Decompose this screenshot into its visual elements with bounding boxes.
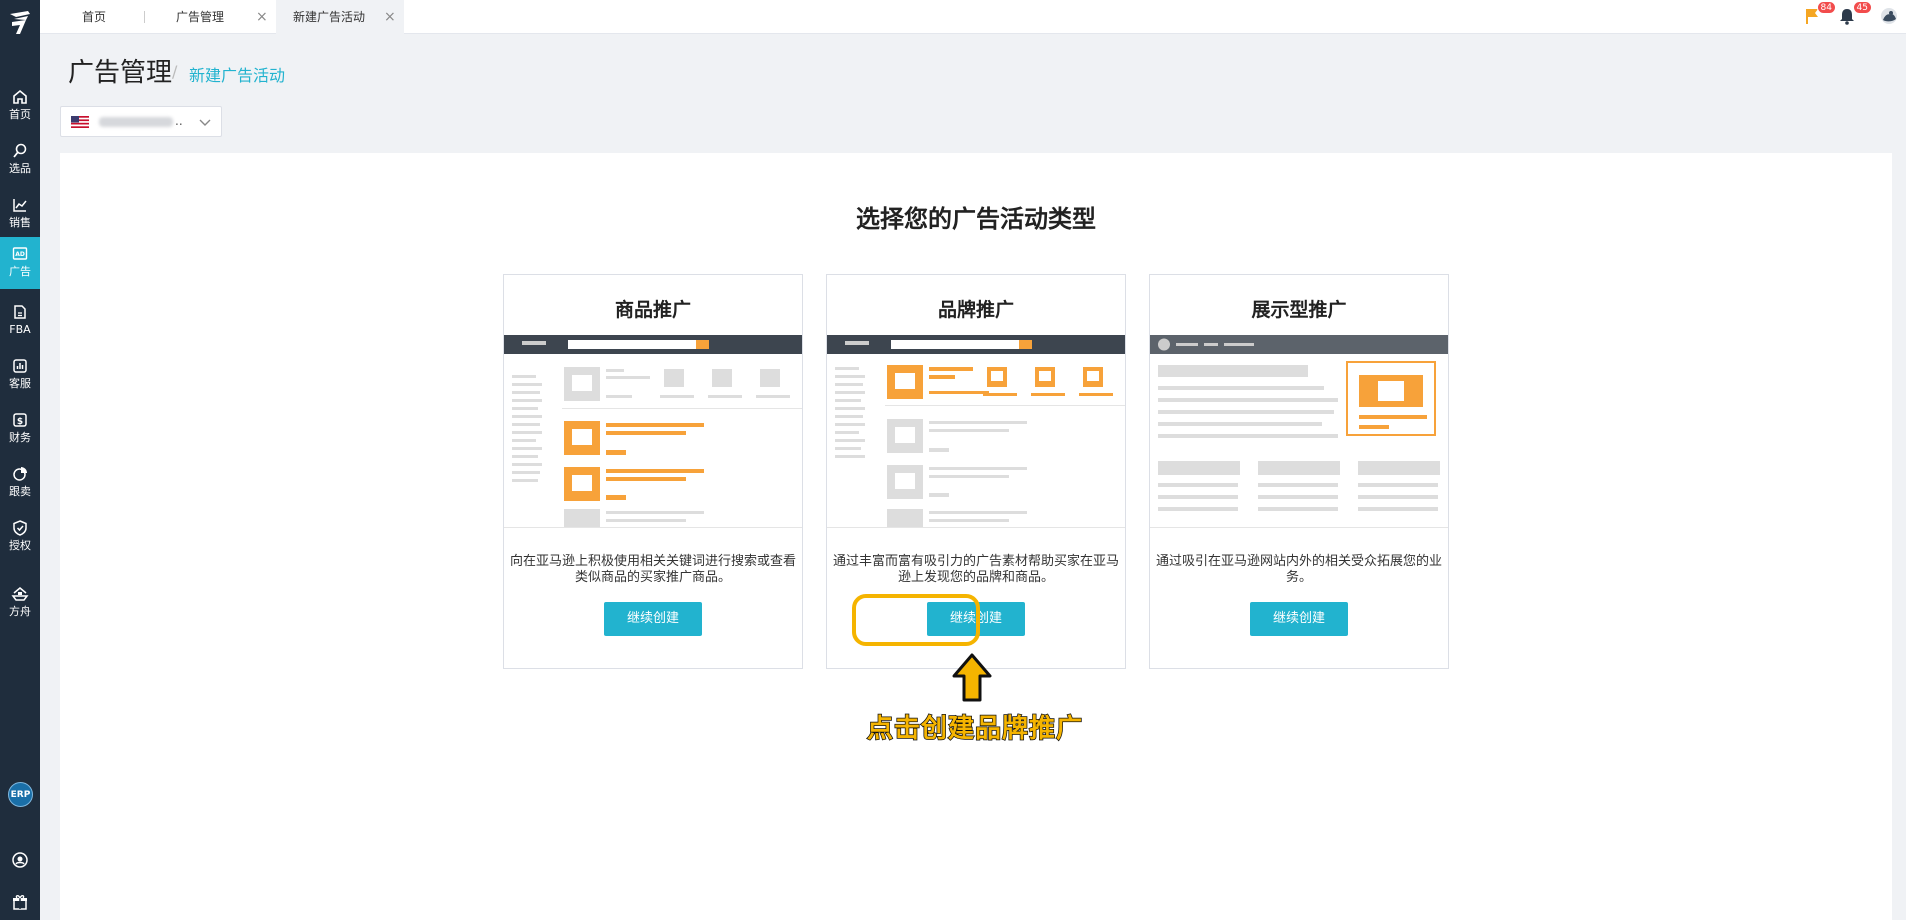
highlight-ring [852,594,980,646]
tab-new-campaign[interactable]: 新建广告活动 × [276,0,404,34]
avatar[interactable] [1880,7,1898,25]
close-tab-ad-management-icon[interactable]: × [256,0,268,34]
sponsored-products-illustration-icon [504,335,802,528]
campaign-type-heading: 选择您的广告活动类型 [856,205,1096,233]
card-sponsored-products: 商品推广 向在亚马逊上积极使用相关关键词进行搜索或查看类似商品的买家推广商品。 … [503,274,803,669]
sidebar-item-label: 授权 [9,539,31,552]
erp-badge[interactable]: ERP [8,782,33,807]
dollar-icon: $ [13,413,27,427]
sponsored-display-illustration-icon [1150,335,1448,528]
breadcrumb-current: 新建广告活动 [189,66,286,85]
sidebar-item-label: 方舟 [9,605,31,618]
page-title[interactable]: 广告管理 [68,52,172,89]
ark-icon [11,587,29,601]
gift-icon[interactable] [11,893,29,911]
card-sponsored-display: 展示型推广 通过吸引在亚马逊网站内外的相关受众拓展您的业务。 继续创建 [1149,274,1449,669]
sidebar: 首页 选品 销售 AD 广告 FBA 客服 $ 财务 跟卖 授权 方舟 ERP [0,0,40,920]
sidebar-item-label: 选品 [9,162,31,175]
continue-create-button[interactable]: 继续创建 [604,602,702,636]
sidebar-item-customer-service[interactable]: 客服 [0,349,40,397]
search-icon [13,143,27,158]
tab-ad-management[interactable]: 广告管理 [176,0,224,34]
store-name-redacted [99,117,173,127]
bell-count-badge: 45 [1852,1,1872,14]
card-description: 通过丰富而富有吸引力的广告素材帮助买家在亚马逊上发现您的品牌和商品。 [832,554,1119,585]
main-panel: 选择您的广告活动类型 商品推广 向在亚马逊上积极使用相关关键词进行搜索或查看类似… [60,153,1892,920]
shield-check-icon [13,520,27,536]
chevron-down-icon [199,119,211,126]
tab-divider [144,11,145,23]
annotation-callout: 点击创建品牌推广 [866,713,1083,745]
sidebar-item-label: 跟卖 [9,485,31,498]
card-description: 向在亚马逊上积极使用相关关键词进行搜索或查看类似商品的买家推广商品。 [509,554,796,585]
tab-label: 广告管理 [176,10,225,24]
sponsored-brands-illustration-icon [827,335,1125,528]
flag-count-badge: 84 [1816,1,1836,14]
us-flag-icon [71,116,89,128]
trend-chart-icon [13,199,27,212]
card-title: 品牌推广 [937,299,1014,321]
sidebar-item-label: 财务 [9,431,31,444]
home-icon [13,89,27,104]
fba-icon [14,305,26,319]
sidebar-item-ark[interactable]: 方舟 [0,577,40,625]
svg-text:AD: AD [15,251,25,258]
tab-home[interactable]: 首页 [82,0,106,34]
sidebar-item-sales[interactable]: 销售 [0,188,40,236]
sidebar-item-ads[interactable]: AD 广告 [0,237,40,289]
sidebar-item-follow-sell[interactable]: 跟卖 [0,457,40,505]
card-title: 商品推广 [614,299,691,321]
sidebar-item-label: 客服 [9,377,31,390]
continue-create-button[interactable]: 继续创建 [1250,602,1348,636]
logo-icon[interactable] [6,8,34,36]
card-description: 通过吸引在亚马逊网站内外的相关受众拓展您的业务。 [1155,554,1442,585]
sidebar-item-label: 广告 [9,265,31,278]
sidebar-item-fba[interactable]: FBA [0,295,40,343]
sidebar-item-label: FBA [9,323,31,336]
sidebar-item-finance[interactable]: $ 财务 [0,403,40,451]
breadcrumb-separator: / [172,62,178,81]
tab-label: 新建广告活动 [293,10,366,24]
up-arrow-icon [952,653,992,702]
pie-chart-icon [13,467,27,481]
card-title: 展示型推广 [1251,299,1347,321]
sidebar-item-home[interactable]: 首页 [0,80,40,128]
sidebar-item-selection[interactable]: 选品 [0,134,40,182]
top-bar: 首页 广告管理 × 新建广告活动 × 84 45 [40,0,1906,34]
close-tab-new-campaign-icon[interactable]: × [384,0,396,34]
store-select[interactable]: .. [60,106,222,137]
svg-text:$: $ [17,417,23,427]
store-name-ellipsis: .. [175,114,183,128]
sidebar-item-label: 销售 [9,216,31,229]
user-support-icon[interactable] [11,851,29,869]
sidebar-item-authorization[interactable]: 授权 [0,511,40,559]
bar-chart-icon [13,359,27,373]
ad-icon: AD [12,247,28,260]
sidebar-item-label: 首页 [9,108,31,121]
